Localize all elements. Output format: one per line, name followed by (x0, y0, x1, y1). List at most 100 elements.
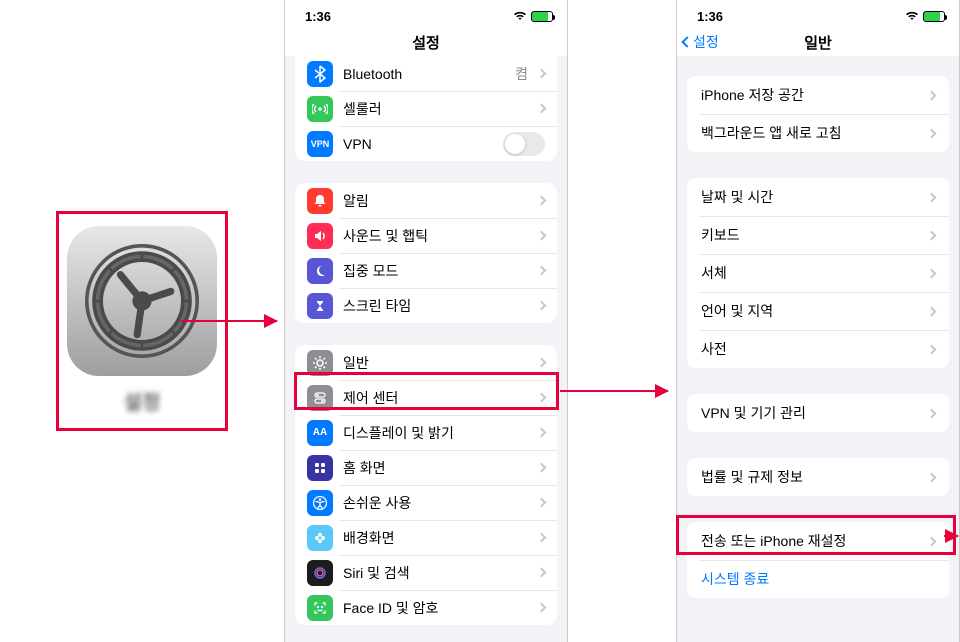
chevron-right-icon (927, 472, 937, 482)
general-group-storage: iPhone 저장 공간 백그라운드 앱 새로 고침 (687, 76, 949, 152)
row-label: 집중 모드 (343, 261, 534, 281)
row-transfer-reset[interactable]: 전송 또는 iPhone 재설정 (687, 522, 949, 560)
row-legal[interactable]: 법률 및 규제 정보 (687, 458, 949, 496)
row-label: 사운드 및 햅틱 (343, 226, 534, 246)
row-controlcenter[interactable]: 제어 센터 (295, 380, 557, 415)
general-content[interactable]: iPhone 저장 공간 백그라운드 앱 새로 고침 날짜 및 시간 키보드 서… (677, 56, 959, 642)
settings-group-notifications: 알림 사운드 및 햅틱 집중 모드 스크 (295, 183, 557, 323)
row-keyboard[interactable]: 키보드 (687, 216, 949, 254)
row-datetime[interactable]: 날짜 및 시간 (687, 178, 949, 216)
row-accessibility[interactable]: 손쉬운 사용 (295, 485, 557, 520)
row-storage[interactable]: iPhone 저장 공간 (687, 76, 949, 114)
row-label: 일반 (343, 353, 534, 373)
row-label: 스크린 타임 (343, 296, 534, 316)
bluetooth-icon (307, 61, 333, 87)
page-title: 일반 (804, 32, 832, 53)
row-label: 홈 화면 (343, 458, 534, 478)
row-label: 디스플레이 및 밝기 (343, 423, 534, 443)
moon-icon (307, 258, 333, 284)
chevron-right-icon (537, 393, 547, 403)
general-settings-screen: 1:36 설정 일반 iPhone 저장 공간 백그라운드 앱 새로 고침 (676, 0, 960, 642)
chevron-right-icon (537, 69, 547, 79)
chevron-left-icon (681, 36, 692, 47)
row-label: 날짜 및 시간 (701, 187, 924, 207)
flower-icon (307, 525, 333, 551)
row-bluetooth[interactable]: Bluetooth 켬 (295, 56, 557, 91)
settings-root-screen: 1:36 설정 Bluetooth 켬 셀룰러 (284, 0, 568, 642)
chevron-right-icon (927, 128, 937, 138)
row-label: 제어 센터 (343, 388, 534, 408)
row-label: 키보드 (701, 225, 924, 245)
status-bar: 1:36 (677, 0, 959, 28)
chevron-right-icon (927, 90, 937, 100)
chevron-right-icon (927, 344, 937, 354)
grid-icon (307, 455, 333, 481)
chevron-right-icon (537, 301, 547, 311)
settings-group-connectivity: Bluetooth 켬 셀룰러 VPN VPN (295, 56, 557, 161)
row-label: 셀룰러 (343, 99, 534, 119)
chevron-right-icon (537, 498, 547, 508)
back-label: 설정 (693, 32, 719, 52)
row-cellular[interactable]: 셀룰러 (295, 91, 557, 126)
wifi-icon (905, 9, 919, 24)
row-label: Siri 및 검색 (343, 563, 534, 583)
row-label: 시스템 종료 (701, 569, 935, 589)
row-label: VPN 및 기기 관리 (701, 403, 924, 423)
toggles-icon (307, 385, 333, 411)
row-label: 서체 (701, 263, 924, 283)
row-dictionary[interactable]: 사전 (687, 330, 949, 368)
battery-icon (531, 11, 553, 22)
row-label: 사전 (701, 339, 924, 359)
settings-group-general: 일반 제어 센터 AA 디스플레이 및 밝기 홈 화면 (295, 345, 557, 625)
settings-app-icon[interactable] (67, 226, 217, 376)
row-display[interactable]: AA 디스플레이 및 밝기 (295, 415, 557, 450)
row-notifications[interactable]: 알림 (295, 183, 557, 218)
display-icon: AA (307, 420, 333, 446)
row-general[interactable]: 일반 (295, 345, 557, 380)
row-faceid[interactable]: Face ID 및 암호 (295, 590, 557, 625)
row-wallpaper[interactable]: 배경화면 (295, 520, 557, 555)
row-vpn[interactable]: VPN VPN (295, 126, 557, 161)
chevron-right-icon (537, 463, 547, 473)
row-language[interactable]: 언어 및 지역 (687, 292, 949, 330)
row-siri[interactable]: Siri 및 검색 (295, 555, 557, 590)
row-label: iPhone 저장 공간 (701, 85, 924, 105)
chevron-right-icon (927, 192, 937, 202)
status-indicators (905, 9, 945, 24)
status-time: 1:36 (697, 9, 723, 24)
status-time: 1:36 (305, 9, 331, 24)
row-label: 법률 및 규제 정보 (701, 467, 924, 487)
vpn-toggle[interactable] (503, 132, 545, 156)
general-group-localization: 날짜 및 시간 키보드 서체 언어 및 지역 사전 (687, 178, 949, 368)
row-label: 알림 (343, 191, 534, 211)
bell-icon (307, 188, 333, 214)
row-shutdown[interactable]: 시스템 종료 (687, 560, 949, 598)
arrow-step-2 (560, 390, 668, 392)
row-fonts[interactable]: 서체 (687, 254, 949, 292)
chevron-right-icon (537, 568, 547, 578)
back-button[interactable]: 설정 (683, 32, 719, 52)
row-focus[interactable]: 집중 모드 (295, 253, 557, 288)
row-label: 전송 또는 iPhone 재설정 (701, 531, 924, 551)
chevron-right-icon (537, 533, 547, 543)
row-screentime[interactable]: 스크린 타임 (295, 288, 557, 323)
row-label: 언어 및 지역 (701, 301, 924, 321)
status-indicators (513, 9, 553, 24)
chevron-right-icon (927, 536, 937, 546)
row-bgrefresh[interactable]: 백그라운드 앱 새로 고침 (687, 114, 949, 152)
row-home[interactable]: 홈 화면 (295, 450, 557, 485)
arrow-step-3 (944, 535, 958, 537)
gear-icon (307, 350, 333, 376)
row-label: Bluetooth (343, 66, 515, 82)
row-vpndevice[interactable]: VPN 및 기기 관리 (687, 394, 949, 432)
row-label: VPN (343, 136, 503, 152)
battery-icon (923, 11, 945, 22)
general-group-vpndevice: VPN 및 기기 관리 (687, 394, 949, 432)
chevron-right-icon (537, 266, 547, 276)
settings-content[interactable]: Bluetooth 켬 셀룰러 VPN VPN (285, 56, 567, 642)
chevron-right-icon (537, 603, 547, 613)
hourglass-icon (307, 293, 333, 319)
settings-app-label: 설정 (124, 386, 161, 415)
row-sounds[interactable]: 사운드 및 햅틱 (295, 218, 557, 253)
chevron-right-icon (537, 358, 547, 368)
